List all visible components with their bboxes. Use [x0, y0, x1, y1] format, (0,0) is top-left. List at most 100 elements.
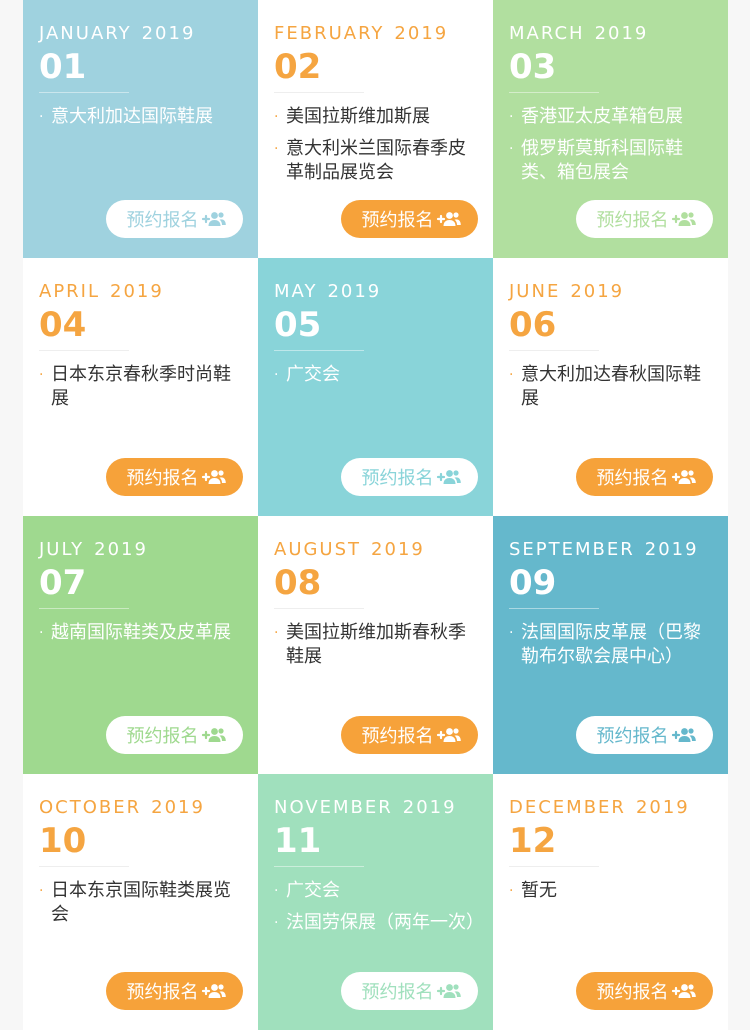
register-button-label: 预约报名 — [361, 982, 434, 1003]
month-name: NOVEMBER — [274, 797, 393, 818]
month-name: MAY — [274, 281, 318, 302]
register-button[interactable]: 预约报名 — [576, 716, 713, 754]
bullet-icon: · — [509, 109, 514, 125]
bullet-icon: · — [274, 141, 279, 157]
register-button-label: 预约报名 — [596, 726, 669, 747]
event-list: · 法国国际皮革展（巴黎勒布尔歇会展中心） — [509, 621, 712, 669]
month-number: 06 — [509, 305, 557, 345]
event-text: 越南国际鞋类及皮革展 — [51, 622, 231, 643]
event-list: · 意大利加达春秋国际鞋展 — [509, 363, 712, 411]
month-label: FEBRUARY 2019 — [274, 22, 477, 46]
event-item: · 意大利米兰国际春季皮革制品展览会 — [274, 137, 477, 185]
month-label: APRIL 2019 — [39, 280, 242, 304]
register-button[interactable]: 预约报名 — [106, 200, 243, 238]
month-name: APRIL — [39, 281, 101, 302]
add-user-icon — [436, 210, 462, 228]
month-card-may: MAY 2019 05 · 广交会预约报名 — [258, 258, 493, 516]
event-text: 俄罗斯莫斯科国际鞋类、箱包展会 — [521, 138, 683, 183]
month-name: FEBRUARY — [274, 23, 385, 44]
event-text: 日本东京春秋季时尚鞋展 — [51, 364, 231, 409]
register-button-label: 预约报名 — [126, 468, 199, 489]
divider — [509, 608, 599, 609]
month-card-march: MARCH 2019 03 · 香港亚太皮革箱包展 · 俄罗斯莫斯科国际鞋类、箱包展会 预约报… — [493, 0, 728, 258]
month-name: DECEMBER — [509, 797, 626, 818]
month-card-january: JANUARY 2019 01 · 意大利加达国际鞋展 预约报名 — [23, 0, 258, 258]
month-number: 04 — [39, 305, 87, 345]
add-user-icon — [436, 468, 462, 486]
event-list: · 越南国际鞋类及皮革展 — [39, 621, 242, 645]
event-item: · 美国拉斯维加斯春秋季鞋展 — [274, 621, 477, 669]
month-year: 2019 — [594, 23, 649, 44]
month-name: OCTOBER — [39, 797, 142, 818]
month-year: 2019 — [394, 23, 449, 44]
register-button[interactable]: 预约报名 — [576, 458, 713, 496]
event-text: 法国国际皮革展（巴黎勒布尔歇会展中心） — [521, 622, 701, 667]
month-label: NOVEMBER 2019 — [274, 796, 477, 820]
month-number: 02 — [274, 47, 322, 87]
month-year: 2019 — [402, 797, 457, 818]
event-list: · 美国拉斯维加斯春秋季鞋展 — [274, 621, 477, 669]
event-text: 广交会 — [286, 880, 340, 901]
divider — [39, 92, 129, 93]
month-number: 05 — [274, 305, 322, 345]
register-button[interactable]: 预约报名 — [106, 716, 243, 754]
month-label: JULY 2019 — [39, 538, 242, 562]
register-button[interactable]: 预约报名 — [341, 458, 478, 496]
add-user-icon — [671, 726, 697, 744]
month-label: JUNE 2019 — [509, 280, 712, 304]
event-list: · 广交会 · 法国劳保展（两年一次） — [274, 879, 484, 935]
event-item: · 法国国际皮革展（巴黎勒布尔歇会展中心） — [509, 621, 712, 669]
month-label: SEPTEMBER 2019 — [509, 538, 712, 562]
event-item: · 法国劳保展（两年一次） — [274, 911, 484, 935]
month-number: 08 — [274, 563, 322, 603]
bullet-icon: · — [509, 625, 514, 641]
event-list: · 日本东京春秋季时尚鞋展 — [39, 363, 242, 411]
event-item: · 俄罗斯莫斯科国际鞋类、箱包展会 — [509, 137, 712, 185]
register-button-label: 预约报名 — [126, 210, 199, 231]
register-button[interactable]: 预约报名 — [106, 458, 243, 496]
event-item: · 广交会 — [274, 363, 477, 387]
month-year: 2019 — [371, 539, 425, 560]
month-label: MAY 2019 — [274, 280, 477, 304]
register-button-label: 预约报名 — [596, 982, 669, 1003]
month-card-june: JUNE 2019 06 · 意大利加达春秋国际鞋展预约报名 — [493, 258, 728, 516]
event-text: 暂无 — [521, 880, 557, 901]
bullet-icon: · — [274, 625, 279, 641]
event-item: · 日本东京国际鞋类展览会 — [39, 879, 242, 927]
register-button[interactable]: 预约报名 — [341, 972, 478, 1010]
month-card-november: NOVEMBER 2019 11 · 广交会 · 法国劳保展（两年一次） 预约报名 — [258, 774, 493, 1030]
add-user-icon — [201, 726, 227, 744]
register-button[interactable]: 预约报名 — [576, 972, 713, 1010]
month-label: MARCH 2019 — [509, 22, 712, 46]
register-button-label: 预约报名 — [361, 726, 434, 747]
month-name: JUNE — [509, 281, 561, 302]
divider — [274, 350, 364, 351]
month-card-april: APRIL 2019 04 · 日本东京春秋季时尚鞋展预约报名 — [23, 258, 258, 516]
event-text: 广交会 — [286, 364, 340, 385]
event-list: · 香港亚太皮革箱包展 · 俄罗斯莫斯科国际鞋类、箱包展会 — [509, 105, 712, 185]
event-item: · 意大利加达国际鞋展 — [39, 105, 242, 129]
bullet-icon: · — [274, 883, 279, 899]
event-text: 意大利加达春秋国际鞋展 — [521, 364, 701, 409]
event-item: · 意大利加达春秋国际鞋展 — [509, 363, 712, 411]
register-button[interactable]: 预约报名 — [341, 200, 478, 238]
add-user-icon — [201, 468, 227, 486]
calendar-grid: JANUARY 2019 01 · 意大利加达国际鞋展 预约报名 FEBRUARY 2019 0… — [23, 0, 728, 1030]
register-button-label: 预约报名 — [361, 468, 434, 489]
add-user-icon — [671, 982, 697, 1000]
bullet-icon: · — [274, 367, 279, 383]
register-button[interactable]: 预约报名 — [106, 972, 243, 1010]
register-button[interactable]: 预约报名 — [341, 716, 478, 754]
month-year: 2019 — [94, 539, 148, 560]
register-button-label: 预约报名 — [596, 468, 669, 489]
add-user-icon — [201, 982, 227, 1000]
divider — [509, 92, 599, 93]
month-number: 12 — [509, 821, 557, 861]
register-button[interactable]: 预约报名 — [576, 200, 713, 238]
event-item: · 广交会 — [274, 879, 477, 903]
add-user-icon — [201, 210, 227, 228]
month-year: 2019 — [644, 539, 699, 560]
bullet-icon: · — [39, 625, 44, 641]
event-list: · 美国拉斯维加斯展 · 意大利米兰国际春季皮革制品展览会 — [274, 105, 477, 185]
event-text: 法国劳保展（两年一次） — [286, 912, 484, 933]
